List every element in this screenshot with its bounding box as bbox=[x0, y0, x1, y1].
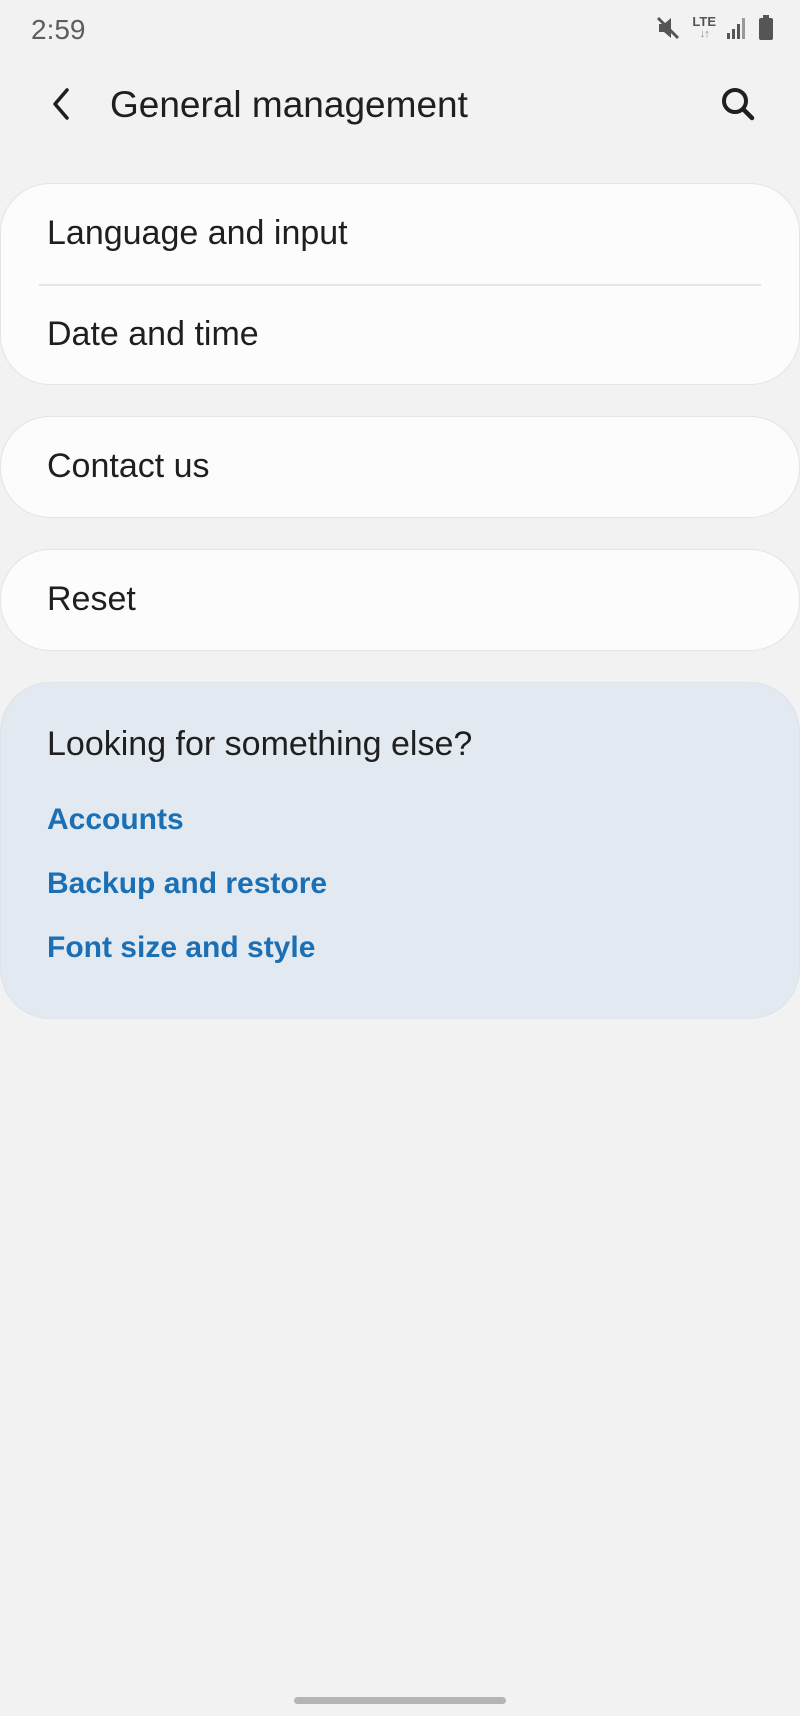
status-icons: LTE ↓↑ bbox=[654, 14, 774, 42]
menu-item-contact-us[interactable]: Contact us bbox=[47, 447, 210, 486]
search-icon bbox=[719, 85, 757, 128]
gesture-navigation-handle[interactable] bbox=[294, 1697, 506, 1704]
menu-item-language-and-input[interactable]: Language and input bbox=[47, 214, 348, 253]
mute-icon bbox=[654, 14, 682, 42]
page-title: General management bbox=[110, 84, 468, 125]
battery-icon bbox=[758, 15, 774, 41]
status-bar: 2:59 LTE ↓↑ bbox=[0, 0, 800, 62]
status-time: 2:59 bbox=[31, 14, 86, 45]
link-accounts[interactable]: Accounts bbox=[47, 803, 184, 837]
settings-group-reset: Reset bbox=[0, 549, 800, 651]
signal-icon bbox=[726, 16, 748, 40]
menu-item-reset[interactable]: Reset bbox=[47, 580, 136, 619]
back-button[interactable] bbox=[34, 78, 90, 134]
lte-icon: LTE ↓↑ bbox=[692, 15, 716, 41]
chevron-left-icon bbox=[47, 86, 77, 127]
settings-group-language-date: Language and input Date and time bbox=[0, 183, 800, 385]
link-font-size-and-style[interactable]: Font size and style bbox=[47, 931, 315, 965]
search-button[interactable] bbox=[710, 78, 766, 134]
suggestions-title: Looking for something else? bbox=[47, 725, 473, 763]
app-bar: General management bbox=[0, 62, 800, 152]
lte-label: LTE bbox=[692, 14, 716, 29]
settings-group-contact: Contact us bbox=[0, 416, 800, 518]
link-backup-and-restore[interactable]: Backup and restore bbox=[47, 867, 327, 901]
menu-item-date-and-time[interactable]: Date and time bbox=[47, 315, 259, 354]
suggestions-card: Looking for something else? Accounts Bac… bbox=[0, 682, 800, 1019]
divider bbox=[39, 284, 761, 286]
data-arrows: ↓↑ bbox=[699, 28, 710, 40]
